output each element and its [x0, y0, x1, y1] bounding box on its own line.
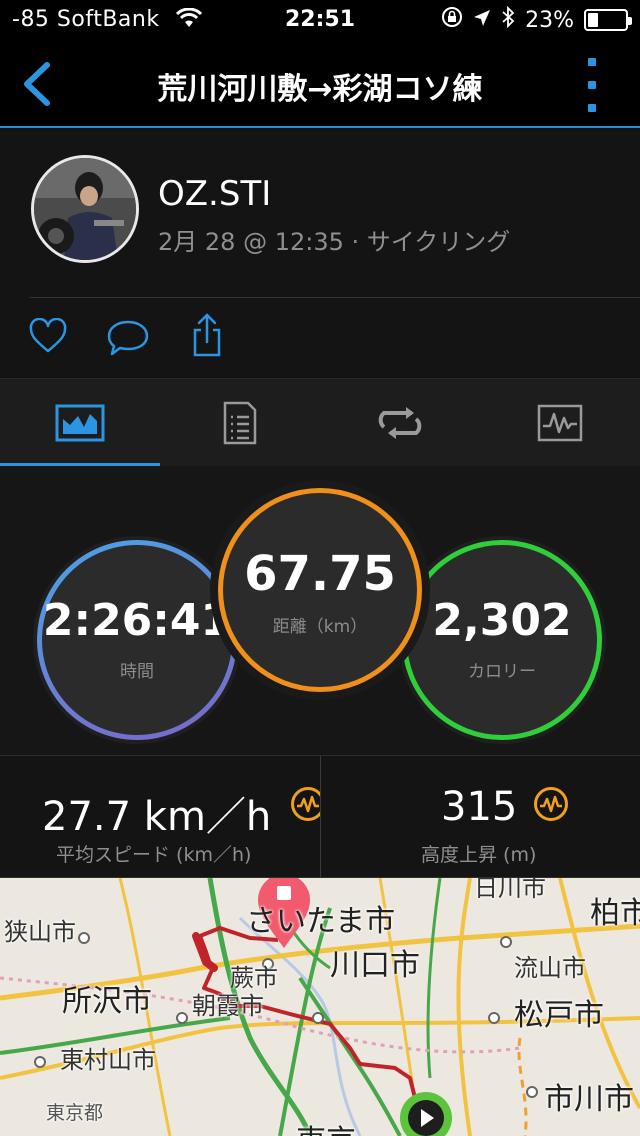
time-stat[interactable]: 2:26:41 時間 [37, 540, 237, 740]
elevation-gain-value: 315 [441, 784, 518, 830]
elevation-gain-label: 高度上昇 (m) [421, 844, 537, 866]
page-title: 荒川河川敷→彩湖コソ練 [157, 72, 483, 107]
summary-stats: 2:26:41 時間 2,302 カロリー 67.75 距離（km） [0, 466, 640, 756]
map-label-tokyo: 東京 [296, 1116, 356, 1136]
pulse-icon [533, 786, 569, 826]
map-label-higashimurayama: 東村山市 [60, 1046, 156, 1074]
map-label-sayama: 狭山市 [4, 918, 76, 946]
tab-charts[interactable] [480, 379, 640, 466]
nav-bar: 荒川河川敷→彩湖コソ練 [0, 40, 640, 128]
avg-speed-label: 平均スピード (km／h) [56, 844, 252, 866]
calories-label: カロリー [468, 661, 536, 682]
distance-value: 67.75 [244, 545, 396, 602]
charts-icon [537, 404, 583, 441]
details-icon [223, 401, 257, 444]
heart-icon [29, 317, 67, 353]
calories-stat[interactable]: 2,302 カロリー [402, 540, 602, 740]
time-value: 2:26:41 [42, 594, 232, 646]
pulse-icon [290, 786, 320, 826]
share-icon [193, 313, 221, 357]
divider [30, 297, 640, 298]
back-button[interactable] [8, 54, 64, 114]
time-label: 時間 [120, 661, 154, 682]
comment-icon [107, 320, 149, 356]
elevation-gain-cell[interactable]: 315 高度上昇 (m) [320, 756, 640, 877]
map-label-nagareyama: 流山市 [514, 954, 586, 982]
status-bar: -85 SoftBank 22:51 23% [0, 0, 640, 40]
map-label-saitama: さいたま市 [246, 904, 396, 939]
map-label-tokorozawa: 所沢市 [62, 984, 152, 1019]
battery-icon [584, 9, 632, 31]
battery-percent: 23% [525, 7, 574, 33]
activity-date-type: 2月 28 @ 12:35 · サイクリング [158, 228, 511, 256]
comment-button[interactable] [106, 318, 150, 362]
distance-label: 距離（km） [272, 616, 368, 637]
map-label-kawaguchi: 川口市 [330, 948, 420, 983]
overview-icon [55, 404, 105, 441]
chevron-left-icon [24, 62, 50, 106]
more-dot [588, 58, 596, 66]
activity-header: OZ.STI 2月 28 @ 12:35 · サイクリング [0, 130, 640, 376]
share-button[interactable] [190, 312, 224, 362]
route-map[interactable]: 日川市 さいたま市 狭山市 柏市 蕨市 川口市 流山市 所沢市 朝霞市 松戸市 … [0, 878, 640, 1136]
map-label-ichikawa: 市川市 [544, 1082, 634, 1117]
calories-value: 2,302 [432, 594, 572, 646]
status-right: 23% [441, 5, 632, 34]
avatar[interactable] [31, 155, 139, 263]
activity-tabs [0, 378, 640, 466]
more-options-button[interactable] [580, 58, 604, 112]
map-label-matsudo: 松戸市 [514, 998, 604, 1033]
avatar-photo [34, 158, 136, 260]
distance-stat[interactable]: 67.75 距離（km） [218, 488, 422, 692]
map-label-kashiwa: 柏市 [590, 896, 640, 931]
laps-icon [378, 406, 422, 439]
tab-overview[interactable] [0, 379, 160, 466]
map-label-tokyo-to: 東京都 [46, 1102, 104, 1124]
more-dot [588, 81, 596, 89]
tab-laps[interactable] [320, 379, 480, 466]
bluetooth-icon [501, 5, 515, 34]
rotation-lock-icon [441, 6, 463, 34]
map-label-asaka: 朝霞市 [192, 992, 264, 1020]
user-name[interactable]: OZ.STI [158, 174, 271, 214]
location-icon [473, 8, 491, 33]
more-dot [588, 104, 596, 112]
tab-details[interactable] [160, 379, 320, 466]
avg-speed-cell[interactable]: 27.7 km／h 平均スピード (km／h) [0, 756, 320, 877]
like-button[interactable] [28, 317, 68, 358]
detail-stats: 27.7 km／h 平均スピード (km／h) 315 高度上昇 (m) [0, 756, 640, 878]
avg-speed-value: 27.7 km／h [42, 794, 272, 840]
map-label-kasukabe: 日川市 [474, 878, 546, 902]
